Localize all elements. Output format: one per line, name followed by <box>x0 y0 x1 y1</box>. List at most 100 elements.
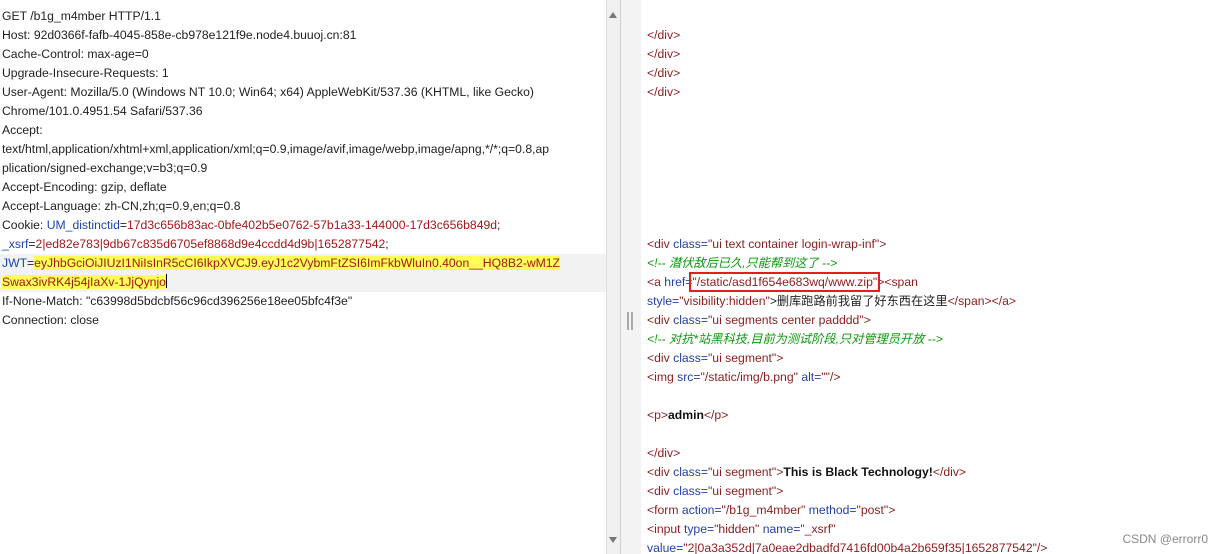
cookie-jwt-value[interactable]: eyJhbGciOiJIUzI1NiIsInR5cCI6IkpXVCJ9.eyJ… <box>34 256 560 270</box>
request-scrollbar[interactable] <box>606 0 621 554</box>
tag-open: <a <box>647 275 665 289</box>
cookie-jwt-line: JWT=eyJhbGciOiJIUzI1NiIsInR5cCI6IkpXVCJ9… <box>2 254 602 273</box>
tag-close: </span></a> <box>947 294 1017 308</box>
black-tech-text: This is Black Technology! <box>783 465 933 479</box>
tag-open: <form <box>647 503 682 517</box>
response-line: </div> <box>647 446 681 460</box>
attr-href: href= <box>664 275 693 289</box>
text-caret <box>165 274 167 288</box>
header-connection: Connection: close <box>2 313 99 327</box>
response-line: <div class="ui segment">This is Black Te… <box>647 463 1217 482</box>
attr-value: "post" <box>856 503 889 517</box>
watermark: CSDN @errorr0 <box>1122 532 1208 546</box>
tag-open: <p> <box>647 408 669 422</box>
attr-value: "ui segment" <box>707 351 777 365</box>
tag-close: > <box>776 484 784 498</box>
scroll-down-arrow-icon[interactable] <box>609 537 617 543</box>
cookie-xsrf-eq: = <box>28 237 36 251</box>
attr-value: "2|0a3a352d|7a0eae2dbadfd7416fd00b4a2b65… <box>683 541 1048 554</box>
attr-class: class= <box>673 484 708 498</box>
cookie-jwt-value-cont[interactable]: Swax3ivRK4j54jIaXv-1JjQynjo <box>2 275 166 289</box>
cookie-um-eq: = <box>119 218 127 232</box>
attr-type: type= <box>683 522 715 536</box>
response-line: <div class="ui segment"> <box>647 349 1217 368</box>
header-accept-encoding: Accept-Encoding: gzip, deflate <box>2 180 167 194</box>
response-line: </div> <box>647 85 681 99</box>
tag-open: <div <box>647 465 674 479</box>
span-text: >删库跑路前我留了好东西在这里 <box>769 294 948 308</box>
attr-value: "/static/img/b.png" <box>700 370 798 384</box>
request-editor[interactable]: GET /b1g_m4mber HTTP/1.1 Host: 92d0366f-… <box>0 0 606 554</box>
attr-value: "hidden" <box>714 522 760 536</box>
response-line: <div class="ui segments center padddd"> <box>647 311 1217 330</box>
attr-value: "visibility:hidden" <box>679 294 770 308</box>
attr-alt: alt= <box>797 370 822 384</box>
attr-class: class= <box>673 465 708 479</box>
response-text: </div> </div> </div> </div> <div class="… <box>647 26 1217 554</box>
header-host: Host: 92d0366f-fafb-4045-858e-cb978e121f… <box>2 28 357 42</box>
response-line: <div class="ui segment"> <box>647 482 1217 501</box>
attr-class: class= <box>673 237 708 251</box>
attr-method: method= <box>805 503 857 517</box>
header-accept-value: text/html,application/xhtml+xml,applicat… <box>2 142 550 156</box>
pane-splitter[interactable] <box>620 0 642 554</box>
attr-value: "ui segments center padddd" <box>707 313 864 327</box>
response-line: </div> <box>647 47 681 61</box>
tag-open: <div <box>647 351 674 365</box>
scroll-up-arrow-icon[interactable] <box>609 12 617 18</box>
cookie-label: Cookie: <box>2 218 47 232</box>
cookie-semicolon: ; <box>497 218 501 232</box>
tag-close: > <box>888 503 896 517</box>
attr-class: class= <box>673 313 708 327</box>
header-if-none-match: If-None-Match: "c63998d5bdcbf56c96cd3962… <box>2 294 353 308</box>
response-line: <a href="/static/asd1f654e683wq/www.zip"… <box>647 272 1217 292</box>
request-line: GET /b1g_m4mber HTTP/1.1 <box>2 9 161 23</box>
header-accept-value-cont: plication/signed-exchange;v=b3;q=0.9 <box>2 161 208 175</box>
tag-close: > <box>879 237 887 251</box>
tag-open: <div <box>647 484 674 498</box>
attr-style: style= <box>647 294 680 308</box>
attr-name: name= <box>759 522 801 536</box>
request-text[interactable]: GET /b1g_m4mber HTTP/1.1 Host: 92d0366f-… <box>2 7 602 330</box>
attr-class: class= <box>673 351 708 365</box>
cookie-xsrf-line: _xsrf=2|ed82e783|9db67c835d6705ef8868d9e… <box>2 235 602 254</box>
header-cache-control: Cache-Control: max-age=0 <box>2 47 149 61</box>
response-viewer[interactable]: </div> </div> </div> </div> <div class="… <box>641 0 1222 554</box>
cookie-um-key: UM_distinctid <box>46 218 120 232</box>
cookie-xsrf-key: _xsrf <box>2 237 29 251</box>
response-line: <p>admin</p> <box>647 406 1217 425</box>
attr-value: "" <box>821 370 830 384</box>
tag-close: </div> <box>932 465 967 479</box>
tag-close: > <box>863 313 871 327</box>
cookie-xsrf-value: 2|ed82e783|9db67c835d6705ef8868d9e4ccdd4… <box>35 237 386 251</box>
tag-open: <div <box>647 237 674 251</box>
cookie-jwt-key: JWT <box>2 256 28 270</box>
tag-close: </p> <box>703 408 729 422</box>
response-line: </div> <box>647 66 681 80</box>
header-accept-language: Accept-Language: zh-CN,zh;q=0.9,en;q=0.8 <box>2 199 241 213</box>
splitter-grip-icon[interactable] <box>627 312 633 330</box>
hidden-zip-link[interactable]: "/static/asd1f654e683wq/www.zip" <box>689 272 881 292</box>
tag-open: <div <box>647 313 674 327</box>
header-accept: Accept: <box>2 123 43 137</box>
header-cookie: Cookie: UM_distinctid=17d3c656b83ac-0bfe… <box>2 216 602 235</box>
tag-open: ><span <box>877 275 918 289</box>
attr-value: "ui text container login-wrap-inf" <box>707 237 880 251</box>
header-user-agent: User-Agent: Mozilla/5.0 (Windows NT 10.0… <box>2 85 534 99</box>
attr-value-key: value= <box>647 541 684 554</box>
html-comment: <!-- 潜伏敌后已久,只能帮到这了 --> <box>647 256 838 270</box>
attr-action: action= <box>681 503 722 517</box>
header-user-agent-cont: Chrome/101.0.4951.54 Safari/537.36 <box>2 104 203 118</box>
header-upgrade-insecure: Upgrade-Insecure-Requests: 1 <box>2 66 169 80</box>
attr-src: src= <box>677 370 701 384</box>
response-line: <div class="ui text container login-wrap… <box>647 235 1217 254</box>
tag-close: > <box>776 351 784 365</box>
